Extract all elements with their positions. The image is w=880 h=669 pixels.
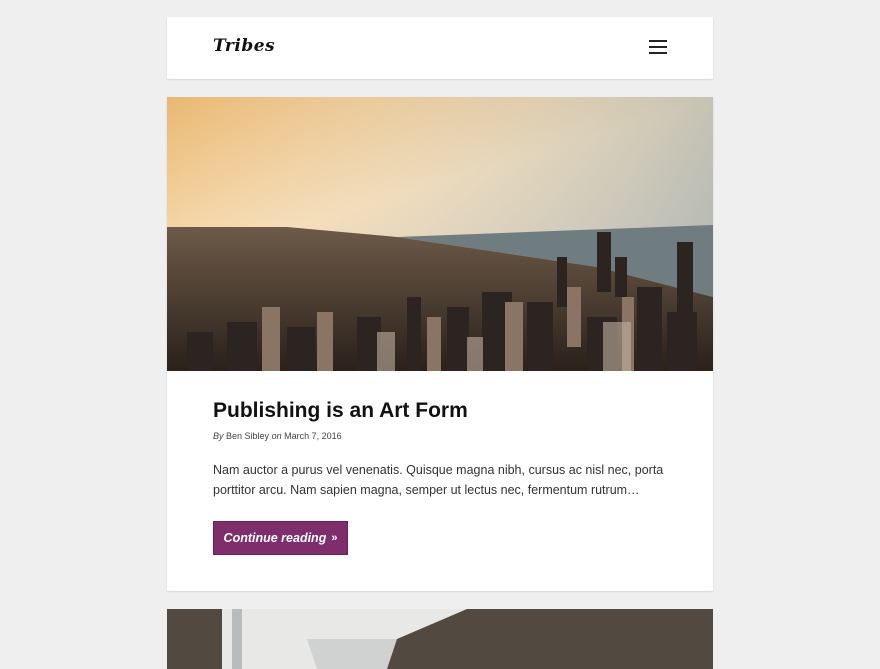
post-body: Publishing is an Art Form By Ben Sibley … [213, 397, 667, 500]
next-post-card [167, 609, 713, 669]
post-author[interactable]: Ben Sibley [226, 431, 269, 441]
next-post-image[interactable] [167, 609, 713, 669]
double-chevron-right-icon: » [331, 532, 338, 544]
site-header: Tribes [167, 17, 713, 79]
site-logo[interactable]: Tribes [213, 36, 275, 56]
meta-by-label: By [213, 431, 224, 441]
post-card: Publishing is an Art Form By Ben Sibley … [167, 97, 713, 591]
continue-reading-label: Continue reading [223, 531, 327, 545]
featured-image[interactable] [167, 97, 713, 371]
post-excerpt: Nam auctor a purus vel venenatis. Quisqu… [213, 463, 664, 497]
meta-on-label: on [271, 431, 282, 441]
hamburger-menu-icon[interactable] [649, 40, 667, 55]
continue-reading-button[interactable]: Continue reading » [213, 521, 348, 555]
post-title[interactable]: Publishing is an Art Form [213, 397, 667, 425]
post-meta: By Ben Sibley on March 7, 2016 [213, 429, 667, 443]
post-date[interactable]: March 7, 2016 [284, 431, 342, 441]
